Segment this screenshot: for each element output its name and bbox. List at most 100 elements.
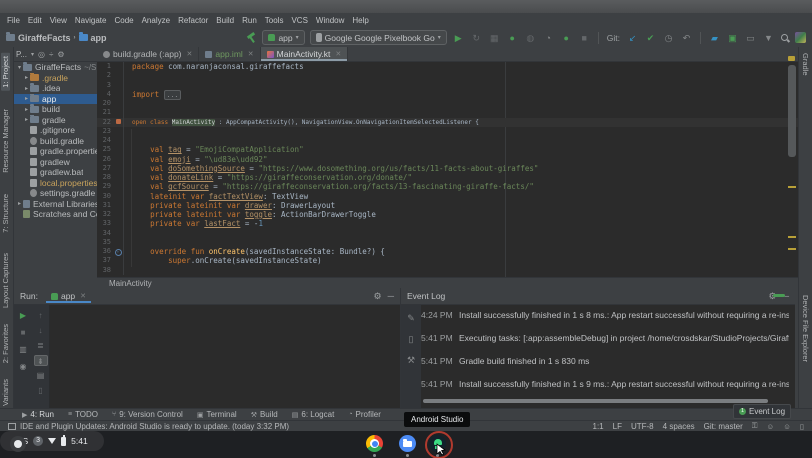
close-icon[interactable]: ✕ [335,50,341,58]
code-line-30[interactable]: 30 lateinit var factTextView: TextView [97,192,798,201]
locate-file-button[interactable]: ◎ [38,50,45,59]
tree-item--idea[interactable]: ▸.idea [14,83,97,94]
tool-strip-device-file-explorer[interactable]: Device File Explorer [801,295,810,362]
menu-window[interactable]: Window [312,16,348,25]
restore-layout-button[interactable]: ▥ [16,344,30,355]
menu-file[interactable]: File [3,16,24,25]
code-line-2[interactable]: 2 [97,71,798,80]
warning-mark[interactable] [788,248,796,250]
tool-strip-1-project[interactable]: 1: Project [1,53,10,91]
launcher-button[interactable] [10,436,26,452]
tree-item-gradle[interactable]: ▸gradle [14,115,97,126]
tab-build-gradle-app-[interactable]: build.gradle (:app)✕ [97,47,199,61]
event-log-badge[interactable]: 1 Event Log [733,404,791,419]
menu-vcs[interactable]: VCS [287,16,311,25]
stop-button[interactable]: ■ [16,327,30,338]
code-line-26[interactable]: 26 val emoji = "\ud83e\udd92" [97,155,798,164]
lock-icon[interactable]: ⚿ [752,421,758,431]
minimize-icon[interactable]: ─ [388,291,394,302]
code-line-3[interactable]: 3 [97,81,798,90]
sdk-manager-button[interactable]: ▼ [762,32,775,44]
search-everywhere-button[interactable] [780,33,790,43]
event-log-entry[interactable]: 4:24 PMInstall successfully finished in … [421,310,789,333]
print-button[interactable]: ▤ [34,370,48,381]
collapse-all-button[interactable]: ÷ [49,50,53,59]
tree-item-scratches-and-consoles[interactable]: Scratches and Consoles [14,209,97,220]
run-button[interactable]: ▶ [452,32,465,44]
clear-all-button[interactable]: ▯ [34,385,48,396]
tool-strip-gradle[interactable]: Gradle [801,53,810,76]
warning-mark[interactable] [788,186,796,188]
git-history-button[interactable]: ◷ [662,32,675,44]
code-line-31[interactable]: 31 private lateinit var drawer: DrawerLa… [97,201,798,210]
user-avatar[interactable] [795,32,806,43]
tree-item-external-libraries[interactable]: ▸External Libraries [14,199,97,210]
tree-item-gradle-properties[interactable]: gradle.properties [14,146,97,157]
toolwindow-build[interactable]: ⚒Build [245,409,284,421]
code-line-38[interactable]: 38 [97,266,798,275]
menu-view[interactable]: View [46,16,71,25]
tool-strip-2-favorites[interactable]: 2: Favorites [1,324,10,363]
device-manager-button[interactable]: ▭ [744,32,757,44]
menu-build[interactable]: Build [212,16,238,25]
toolwindow-9-version-control[interactable]: ⑂9: Version Control [106,409,189,421]
status-message[interactable]: IDE and Plugin Updates: Android Studio i… [20,422,289,431]
event-log-entry[interactable]: 5:41 PMExecuting tasks: [:app:assembleDe… [421,333,789,356]
inspections-warning-icon[interactable] [788,56,795,61]
apply-code-changes-button[interactable]: ▦ [488,32,501,44]
status-segment-4[interactable]: Git: master [704,422,743,431]
tree-item-gradlew-bat[interactable]: gradlew.bat [14,167,97,178]
highlight-level-icon[interactable]: ☺ [767,422,775,431]
menu-navigate[interactable]: Navigate [71,16,111,25]
code-line-23[interactable]: 23 [97,127,798,136]
chrome-app-icon[interactable] [366,435,383,452]
toolwindow-6-logcat[interactable]: ▤6: Logcat [286,409,341,421]
run-tab-app[interactable]: app ✕ [46,289,91,303]
trash-icon[interactable]: ▯ [800,422,804,431]
status-segment-0[interactable]: 1:1 [593,422,604,431]
log-settings-button[interactable]: ⚒ [405,354,418,366]
tree-item-gradlew[interactable]: gradlew [14,157,97,168]
code-line-21[interactable]: 21 [97,108,798,117]
code-line-32[interactable]: 32 private lateinit var toggle: ActionBa… [97,210,798,219]
code-line-37[interactable]: 37 super.onCreate(savedInstanceState) [97,256,798,265]
project-view-selector[interactable]: P... [16,50,27,59]
profiler-button[interactable]: ◔ [542,32,555,44]
code-line-34[interactable]: 34 [97,229,798,238]
tab-app-iml[interactable]: app.iml✕ [199,47,260,61]
tree-item-app[interactable]: ▸app [14,94,97,105]
tool-strip-7-structure[interactable]: 7: Structure [1,194,10,233]
scroll-to-end-button[interactable]: ⇟ [34,355,48,366]
code-line-25[interactable]: 25 val tag = "EmojiCompatApplication" [97,145,798,154]
editor-scrollbar-thumb[interactable] [788,65,796,157]
settings-icon[interactable]: ⚙ [374,291,382,302]
toolwindow-terminal[interactable]: ▣Terminal [191,409,243,421]
toolwindow-4-run[interactable]: ▶4: Run [16,409,60,421]
up-stack-trace-button[interactable]: ↑ [34,310,48,321]
apply-changes-button[interactable]: ↻ [470,32,483,44]
layout-inspector-button[interactable]: ▣ [726,32,739,44]
toolwindow-profiler[interactable]: ◔Profiler [342,409,387,421]
code-line-35[interactable]: 35 [97,238,798,247]
menu-refactor[interactable]: Refactor [174,16,212,25]
breadcrumb-class[interactable]: MainActivity [109,279,152,288]
git-update-button[interactable]: ↙ [626,32,639,44]
code-line-22[interactable]: 22open class MainActivity : AppCompatAct… [97,118,798,127]
code-line-1[interactable]: 1package com.naranjaconsal.giraffefacts [97,62,798,71]
toolwindow-todo[interactable]: ≡TODO [62,409,104,421]
code-line-27[interactable]: 27 val doSomethingSource = "https://www.… [97,164,798,173]
editor-error-stripe[interactable] [786,62,798,277]
pin-tab-button[interactable]: ◉ [16,361,30,372]
stop-button[interactable]: ■ [578,32,591,44]
breadcrumb-item[interactable]: GiraffeFacts [18,33,71,43]
git-commit-button[interactable]: ✔ [644,32,657,44]
tree-item-giraffefacts[interactable]: ▾GiraffeFacts~/S [14,62,97,73]
code-line-4[interactable]: 4import ... [97,90,798,99]
git-rollback-button[interactable]: ↶ [680,32,693,44]
tree-item-settings-gradle[interactable]: settings.gradle [14,188,97,199]
tree-item-build-gradle[interactable]: build.gradle [14,136,97,147]
code-line-36[interactable]: 36↑ override fun onCreate(savedInstanceS… [97,247,798,256]
horizontal-scrollbar[interactable] [423,399,768,403]
breadcrumb-item[interactable]: app [91,33,107,43]
event-log-entry[interactable]: 5:41 PMGradle build finished in 1 s 830 … [421,356,789,379]
